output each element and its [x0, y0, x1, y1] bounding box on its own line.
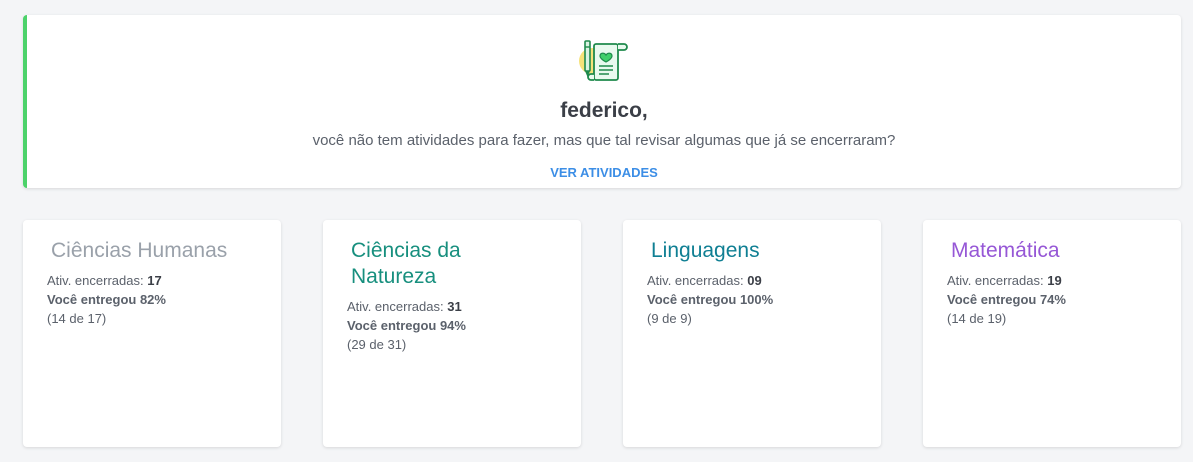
closed-count: 19 [1047, 273, 1062, 288]
delivered-percent: Você entregou 94% [347, 318, 466, 333]
closed-count: 17 [147, 273, 162, 288]
closed-label: Ativ. encerradas: [947, 273, 1044, 288]
delivered-percent: Você entregou 74% [947, 292, 1066, 307]
closed-count: 09 [747, 273, 762, 288]
delivered-percent: Você entregou 82% [47, 292, 166, 307]
subject-title: Matemática [951, 239, 1060, 262]
subject-title: Ciências Humanas [51, 239, 228, 262]
banner-message: você não tem atividades para fazer, mas … [312, 132, 896, 149]
closed-activities: Ativ. encerradas: 17 [47, 271, 257, 290]
closed-label: Ativ. encerradas: [47, 273, 144, 288]
subject-card-ciencias-natureza[interactable]: Ciências da Natureza Ativ. encerradas: 3… [323, 220, 581, 447]
delivered-fraction: (9 de 9) [647, 311, 692, 326]
delivered-fraction: (14 de 17) [47, 311, 107, 326]
delivered-percent: Você entregou 100% [647, 292, 774, 307]
delivered-fraction: (29 de 31) [347, 337, 407, 352]
subject-title: Linguagens [651, 239, 760, 262]
heart-scroll-pen-icon [574, 35, 634, 89]
review-banner: federico, você não tem atividades para f… [23, 15, 1181, 188]
closed-activities: Ativ. encerradas: 09 [647, 271, 857, 290]
closed-count: 31 [447, 299, 462, 314]
subject-card-ciencias-humanas[interactable]: Ciências Humanas Ativ. encerradas: 17 Vo… [23, 220, 281, 447]
closed-label: Ativ. encerradas: [347, 299, 444, 314]
subject-title: Ciências da Natureza [351, 239, 461, 288]
greeting-title: federico, [560, 99, 648, 122]
closed-label: Ativ. encerradas: [647, 273, 744, 288]
subject-card-matematica[interactable]: Matemática Ativ. encerradas: 19 Você ent… [923, 220, 1181, 447]
closed-activities: Ativ. encerradas: 19 [947, 271, 1157, 290]
subject-card-linguagens[interactable]: Linguagens Ativ. encerradas: 09 Você ent… [623, 220, 881, 447]
closed-activities: Ativ. encerradas: 31 [347, 297, 557, 316]
delivered-fraction: (14 de 19) [947, 311, 1007, 326]
view-activities-link[interactable]: VER ATIVIDADES [550, 165, 658, 180]
